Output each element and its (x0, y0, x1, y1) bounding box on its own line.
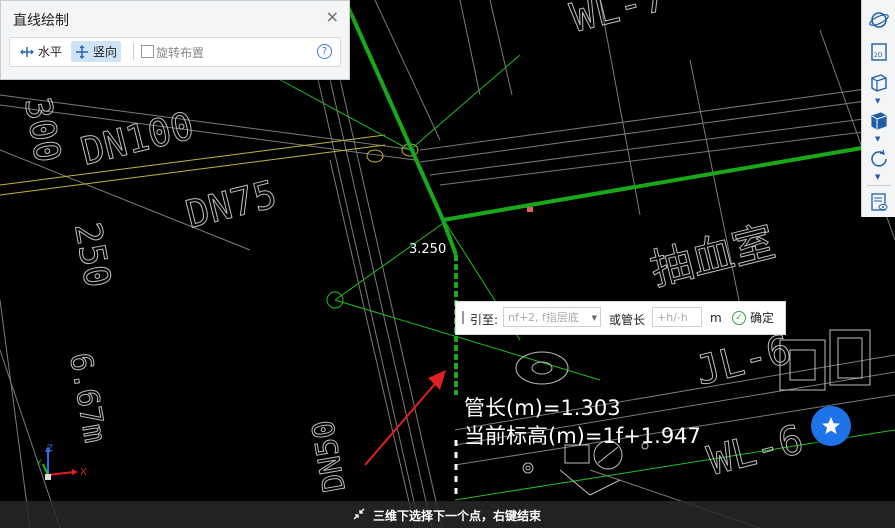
toolbar-divider (133, 43, 134, 60)
horizontal-mode-label: 水平 (38, 45, 63, 59)
label-wl6: WL-6 (703, 417, 808, 485)
help-icon[interactable]: ? (317, 44, 332, 59)
pipe-length-placeholder: +h/-h (657, 311, 688, 324)
axis-gizmo: Z Y X (35, 444, 87, 480)
unit-label: m (710, 311, 722, 325)
drag-handle[interactable] (462, 311, 464, 324)
right-view-toolbar: 2D ▼ ▼ ▼ (861, 0, 895, 217)
label-300: 300 (16, 94, 68, 165)
or-length-label: 或管长 (609, 313, 646, 327)
status-message: 三维下选择下一个点，右键结束 (373, 509, 542, 523)
confirm-label: 确定 (750, 311, 775, 325)
pipe-length-input[interactable]: +h/-h (652, 307, 702, 327)
confirm-button[interactable]: ✓ 确定 (732, 309, 774, 326)
toolbar-divider (867, 185, 891, 186)
label-250: 250 (66, 219, 118, 290)
render-dropdown-caret[interactable]: ▼ (875, 135, 880, 143)
3d-box-filled-icon[interactable] (867, 108, 891, 132)
pipe-joint-marker (527, 207, 533, 212)
vertical-mode-button[interactable]: 竖向 (71, 41, 122, 62)
axis-x-label: X (80, 467, 87, 478)
orbit-icon[interactable] (867, 8, 891, 32)
axis-y-label: Y (35, 459, 42, 469)
elevation-label: 3.250 (409, 242, 447, 257)
red-arrow (364, 370, 446, 466)
current-elevation-readout: 当前标高(m)=1f+1.947 (464, 424, 701, 448)
favorite-fab-button[interactable] (811, 406, 851, 446)
vertical-mode-label: 竖向 (93, 45, 118, 59)
3d-box-icon[interactable] (867, 70, 891, 94)
horizontal-arrows-icon (20, 46, 34, 57)
rotate-icon[interactable] (867, 146, 891, 170)
horizontal-mode-button[interactable]: 水平 (16, 41, 66, 62)
rotate-layout-label: 旋转布置 (156, 46, 205, 60)
layer-properties-icon[interactable] (867, 190, 891, 214)
rotate-layout-checkbox[interactable] (141, 45, 154, 58)
main-green-pipe (343, 0, 863, 256)
line-draw-panel: 直线绘制 × 水平 竖向 旋转布置 ? (0, 0, 350, 80)
label-dn50: DN50 (306, 417, 353, 494)
2d-view-icon[interactable]: 2D (867, 40, 891, 64)
rotate-dropdown-caret[interactable]: ▼ (875, 173, 880, 181)
floor-elevation-input[interactable]: nf+2, f指层底 ▼ (503, 307, 601, 327)
2d-view-label: 2D (874, 52, 883, 59)
label-6-67m: 6.67m (62, 350, 112, 445)
vertical-arrows-icon (76, 44, 88, 59)
panel-title: 直线绘制 (13, 13, 69, 29)
label-dn75: DN75 (182, 172, 281, 237)
view-dropdown-caret[interactable]: ▼ (875, 97, 880, 105)
check-icon: ✓ (732, 310, 746, 325)
close-icon[interactable]: × (326, 9, 339, 25)
collapse-arrows-icon (353, 508, 365, 520)
label-dn100: DN100 (77, 103, 199, 173)
lead-to-label: 引至: (470, 313, 499, 327)
star-icon (822, 417, 840, 434)
mode-toolbar: 水平 竖向 旋转布置 ? (9, 37, 341, 67)
label-wl7: WL-7 (566, 0, 671, 42)
axis-z-label: Z (47, 444, 53, 454)
pipe-endpoint-input-bar: 引至: nf+2, f指层底 ▼ 或管长 +h/-h m ✓ 确定 (455, 301, 786, 335)
pipe-length-readout: 管长(m)=1.303 (464, 396, 621, 420)
chevron-down-icon[interactable]: ▼ (592, 308, 597, 328)
room-label: 抽血室 (646, 217, 780, 295)
status-bar: 三维下选择下一个点，右键结束 (0, 501, 895, 528)
floor-elevation-placeholder: nf+2, f指层底 (508, 311, 579, 324)
